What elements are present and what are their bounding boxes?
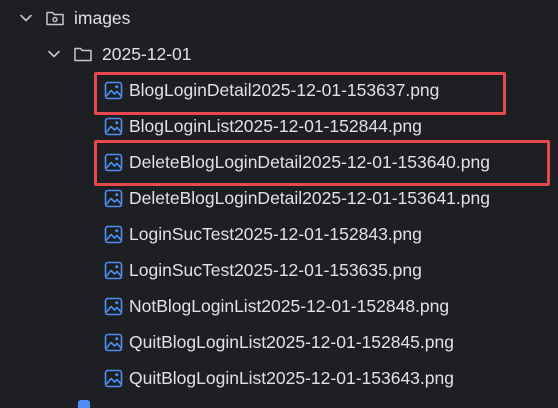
image-file-icon (103, 260, 123, 280)
tree-node-date-folder[interactable]: 2025-12-01 (0, 36, 558, 72)
chevron-down-icon[interactable] (46, 46, 62, 62)
tree-file-row[interactable]: QuitBlogLoginList2025-12-01-152845.png (0, 324, 558, 360)
folder-label: 2025-12-01 (102, 44, 192, 64)
image-file-icon (103, 332, 123, 352)
folder-icon (73, 44, 93, 64)
chevron-down-icon[interactable] (18, 10, 34, 26)
tree-file-row[interactable]: LoginSucTest2025-12-01-152843.png (0, 216, 558, 252)
image-file-icon (103, 188, 123, 208)
image-file-icon (103, 116, 123, 136)
file-name: DeleteBlogLoginDetail2025-12-01-153640.p… (129, 152, 490, 172)
tree-file-row[interactable]: BlogLoginDetail2025-12-01-153637.png (0, 72, 558, 108)
image-file-icon (103, 152, 123, 172)
tree-file-row[interactable]: DeleteBlogLoginDetail2025-12-01-153641.p… (0, 180, 558, 216)
file-name: NotBlogLoginList2025-12-01-152848.png (129, 296, 450, 316)
tree-node-images-folder[interactable]: images (0, 0, 558, 36)
file-name: LoginSucTest2025-12-01-153635.png (129, 260, 422, 280)
file-name: QuitBlogLoginList2025-12-01-152845.png (129, 332, 454, 352)
tree-file-row[interactable]: LoginSucTest2025-12-01-153635.png (0, 252, 558, 288)
image-file-icon (103, 368, 123, 388)
project-file-tree: images 2025-12-01 BlogLoginDetail2025-12… (0, 0, 558, 408)
tree-file-row[interactable]: DeleteBlogLoginDetail2025-12-01-153640.p… (0, 144, 558, 180)
image-file-icon (103, 224, 123, 244)
tree-file-row[interactable]: QuitBlogLoginList2025-12-01-153643.png (0, 360, 558, 396)
file-name: LoginSucTest2025-12-01-152843.png (129, 224, 422, 244)
folder-icon (45, 8, 65, 28)
folder-label: images (74, 8, 131, 28)
partial-file-icon (78, 400, 90, 408)
image-file-icon (103, 80, 123, 100)
file-name: BlogLoginDetail2025-12-01-153637.png (129, 80, 440, 100)
file-name: BlogLoginList2025-12-01-152844.png (129, 116, 422, 136)
tree-file-row[interactable]: NotBlogLoginList2025-12-01-152848.png (0, 288, 558, 324)
file-name: DeleteBlogLoginDetail2025-12-01-153641.p… (129, 188, 490, 208)
image-file-icon (103, 296, 123, 316)
tree-file-row[interactable]: BlogLoginList2025-12-01-152844.png (0, 108, 558, 144)
file-name: QuitBlogLoginList2025-12-01-153643.png (129, 368, 454, 388)
